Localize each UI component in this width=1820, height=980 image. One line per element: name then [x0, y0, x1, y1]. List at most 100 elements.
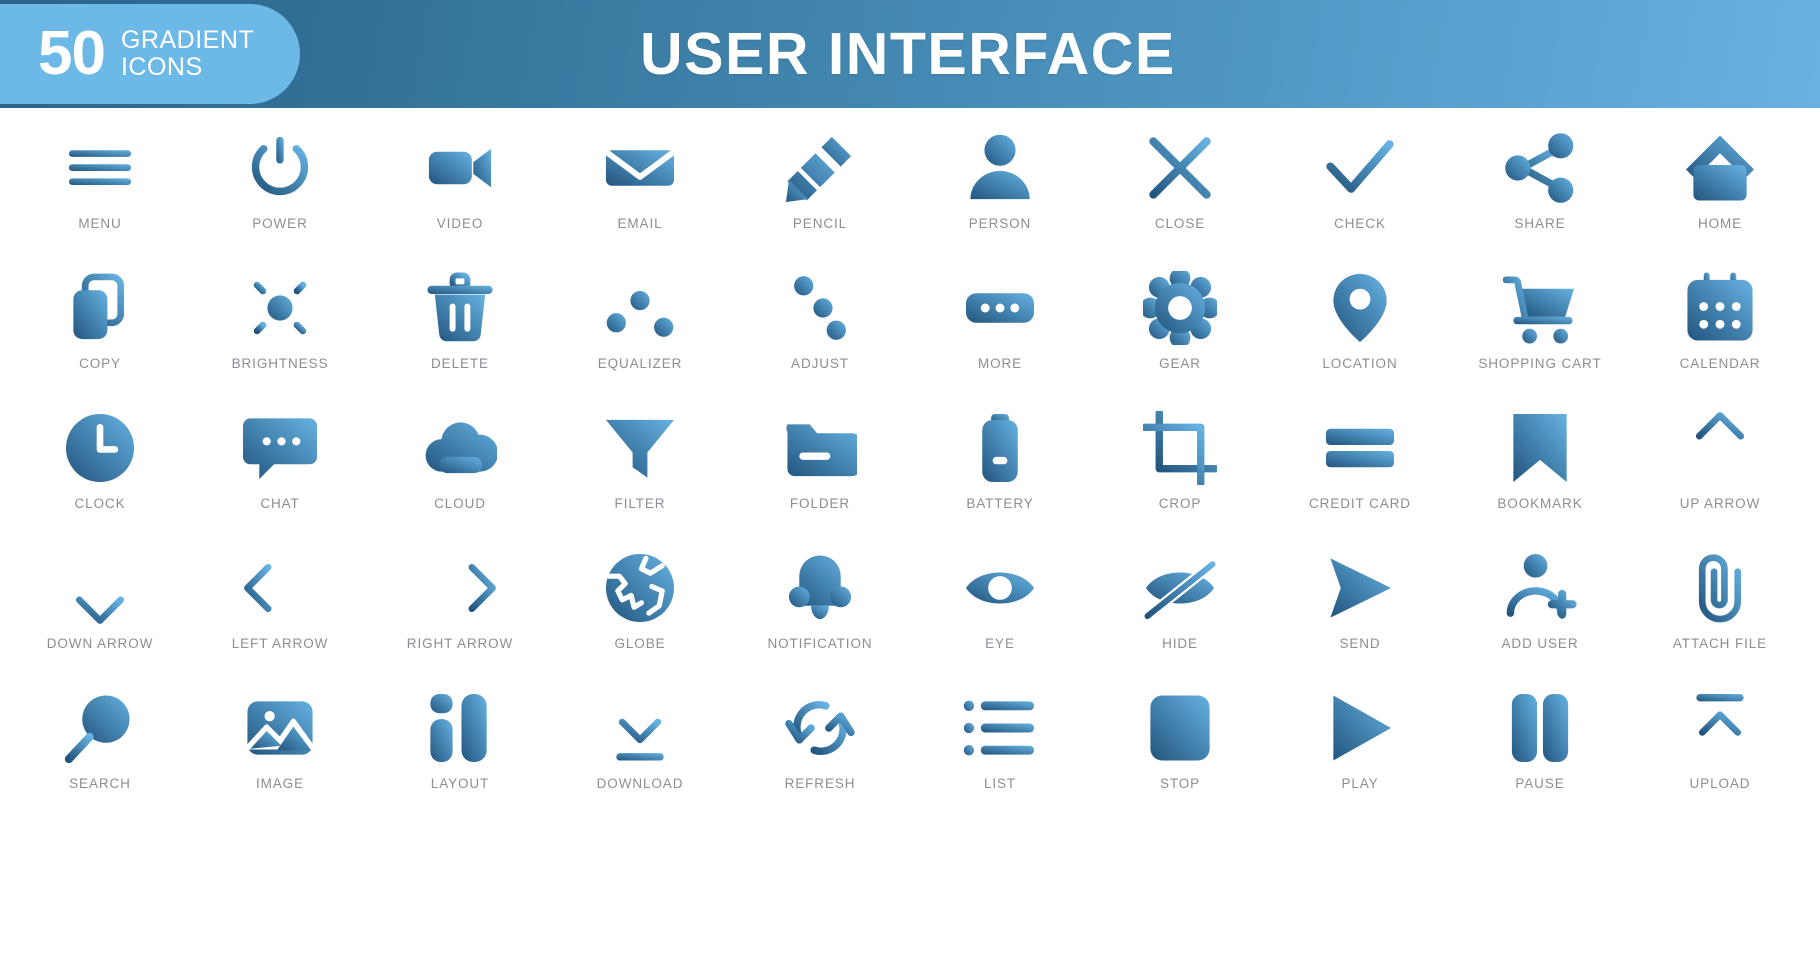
send-icon[interactable] [1323, 546, 1397, 630]
image-icon[interactable] [243, 686, 317, 770]
search-icon[interactable] [63, 686, 137, 770]
video-icon[interactable] [423, 126, 497, 210]
icon-cell-refresh[interactable]: REFRESH [730, 686, 910, 826]
icon-cell-send[interactable]: SEND [1270, 546, 1450, 686]
refresh-icon[interactable] [783, 686, 857, 770]
eye-icon[interactable] [963, 546, 1037, 630]
globe-icon[interactable] [603, 546, 677, 630]
menu-icon[interactable] [63, 126, 137, 210]
brightness-icon[interactable] [243, 266, 317, 350]
icon-cell-upload[interactable]: UPLOAD [1630, 686, 1810, 826]
icon-cell-stop[interactable]: STOP [1090, 686, 1270, 826]
icon-cell-shopping-cart[interactable]: SHOPPING CART [1450, 266, 1630, 406]
icon-cell-pencil[interactable]: PENCIL [730, 126, 910, 266]
icon-cell-power[interactable]: POWER [190, 126, 370, 266]
icon-cell-eye[interactable]: EYE [910, 546, 1090, 686]
icon-cell-battery[interactable]: BATTERY [910, 406, 1090, 546]
home-icon[interactable] [1683, 126, 1757, 210]
icon-cell-left-arrow[interactable]: LEFT ARROW [190, 546, 370, 686]
person-icon[interactable] [963, 126, 1037, 210]
icon-cell-attach-file[interactable]: ATTACH FILE [1630, 546, 1810, 686]
pause-icon[interactable] [1503, 686, 1577, 770]
icon-cell-email[interactable]: EMAIL [550, 126, 730, 266]
icon-cell-filter[interactable]: FILTER [550, 406, 730, 546]
down-arrow-icon[interactable] [63, 546, 137, 630]
folder-icon[interactable] [783, 406, 857, 490]
up-arrow-icon[interactable] [1683, 406, 1757, 490]
icon-cell-person[interactable]: PERSON [910, 126, 1090, 266]
icon-cell-image[interactable]: IMAGE [190, 686, 370, 826]
pencil-icon[interactable] [783, 126, 857, 210]
icon-cell-close[interactable]: CLOSE [1090, 126, 1270, 266]
icon-cell-check[interactable]: CHECK [1270, 126, 1450, 266]
icon-cell-add-user[interactable]: ADD USER [1450, 546, 1630, 686]
icon-cell-adjust[interactable]: ADJUST [730, 266, 910, 406]
cloud-icon[interactable] [423, 406, 497, 490]
icon-cell-credit-card[interactable]: CREDIT CARD [1270, 406, 1450, 546]
icon-cell-globe[interactable]: GLOBE [550, 546, 730, 686]
layout-icon[interactable] [423, 686, 497, 770]
icon-cell-list[interactable]: LIST [910, 686, 1090, 826]
icon-cell-gear[interactable]: GEAR [1090, 266, 1270, 406]
gear-icon[interactable] [1143, 266, 1217, 350]
list-icon[interactable] [963, 686, 1037, 770]
power-icon[interactable] [243, 126, 317, 210]
attach-file-icon[interactable] [1683, 546, 1757, 630]
icon-cell-menu[interactable]: MENU [10, 126, 190, 266]
icon-cell-brightness[interactable]: BRIGHTNESS [190, 266, 370, 406]
shopping-cart-icon[interactable] [1503, 266, 1577, 350]
check-icon[interactable] [1323, 126, 1397, 210]
icon-cell-download[interactable]: DOWNLOAD [550, 686, 730, 826]
icon-cell-cloud[interactable]: CLOUD [370, 406, 550, 546]
icon-cell-equalizer[interactable]: EQUALIZER [550, 266, 730, 406]
icon-cell-folder[interactable]: FOLDER [730, 406, 910, 546]
bookmark-icon[interactable] [1503, 406, 1577, 490]
clock-icon[interactable] [63, 406, 137, 490]
location-icon[interactable] [1323, 266, 1397, 350]
credit-card-icon[interactable] [1323, 406, 1397, 490]
copy-icon[interactable] [63, 266, 137, 350]
notification-icon[interactable] [783, 546, 857, 630]
crop-icon[interactable] [1143, 406, 1217, 490]
adjust-icon[interactable] [783, 266, 857, 350]
icon-cell-copy[interactable]: COPY [10, 266, 190, 406]
icon-cell-clock[interactable]: CLOCK [10, 406, 190, 546]
icon-cell-chat[interactable]: CHAT [190, 406, 370, 546]
icon-cell-crop[interactable]: CROP [1090, 406, 1270, 546]
icon-cell-search[interactable]: SEARCH [10, 686, 190, 826]
icon-cell-hide[interactable]: HIDE [1090, 546, 1270, 686]
battery-icon[interactable] [963, 406, 1037, 490]
icon-cell-video[interactable]: VIDEO [370, 126, 550, 266]
icon-cell-home[interactable]: HOME [1630, 126, 1810, 266]
icon-cell-up-arrow[interactable]: UP ARROW [1630, 406, 1810, 546]
chat-icon[interactable] [243, 406, 317, 490]
icon-cell-more[interactable]: MORE [910, 266, 1090, 406]
icon-cell-share[interactable]: SHARE [1450, 126, 1630, 266]
stop-icon[interactable] [1143, 686, 1217, 770]
icon-cell-down-arrow[interactable]: DOWN ARROW [10, 546, 190, 686]
email-icon[interactable] [603, 126, 677, 210]
icon-cell-pause[interactable]: PAUSE [1450, 686, 1630, 826]
play-icon[interactable] [1323, 686, 1397, 770]
right-arrow-icon[interactable] [423, 546, 497, 630]
close-icon[interactable] [1143, 126, 1217, 210]
calendar-icon[interactable] [1683, 266, 1757, 350]
download-icon[interactable] [603, 686, 677, 770]
icon-cell-calendar[interactable]: CALENDAR [1630, 266, 1810, 406]
icon-cell-notification[interactable]: NOTIFICATION [730, 546, 910, 686]
equalizer-icon[interactable] [603, 266, 677, 350]
upload-icon[interactable] [1683, 686, 1757, 770]
left-arrow-icon[interactable] [243, 546, 317, 630]
delete-icon[interactable] [423, 266, 497, 350]
add-user-icon[interactable] [1503, 546, 1577, 630]
icon-cell-right-arrow[interactable]: RIGHT ARROW [370, 546, 550, 686]
icon-cell-bookmark[interactable]: BOOKMARK [1450, 406, 1630, 546]
more-icon[interactable] [963, 266, 1037, 350]
icon-cell-layout[interactable]: LAYOUT [370, 686, 550, 826]
icon-cell-play[interactable]: PLAY [1270, 686, 1450, 826]
icon-cell-delete[interactable]: DELETE [370, 266, 550, 406]
filter-icon[interactable] [603, 406, 677, 490]
hide-icon[interactable] [1143, 546, 1217, 630]
share-icon[interactable] [1503, 126, 1577, 210]
icon-cell-location[interactable]: LOCATION [1270, 266, 1450, 406]
